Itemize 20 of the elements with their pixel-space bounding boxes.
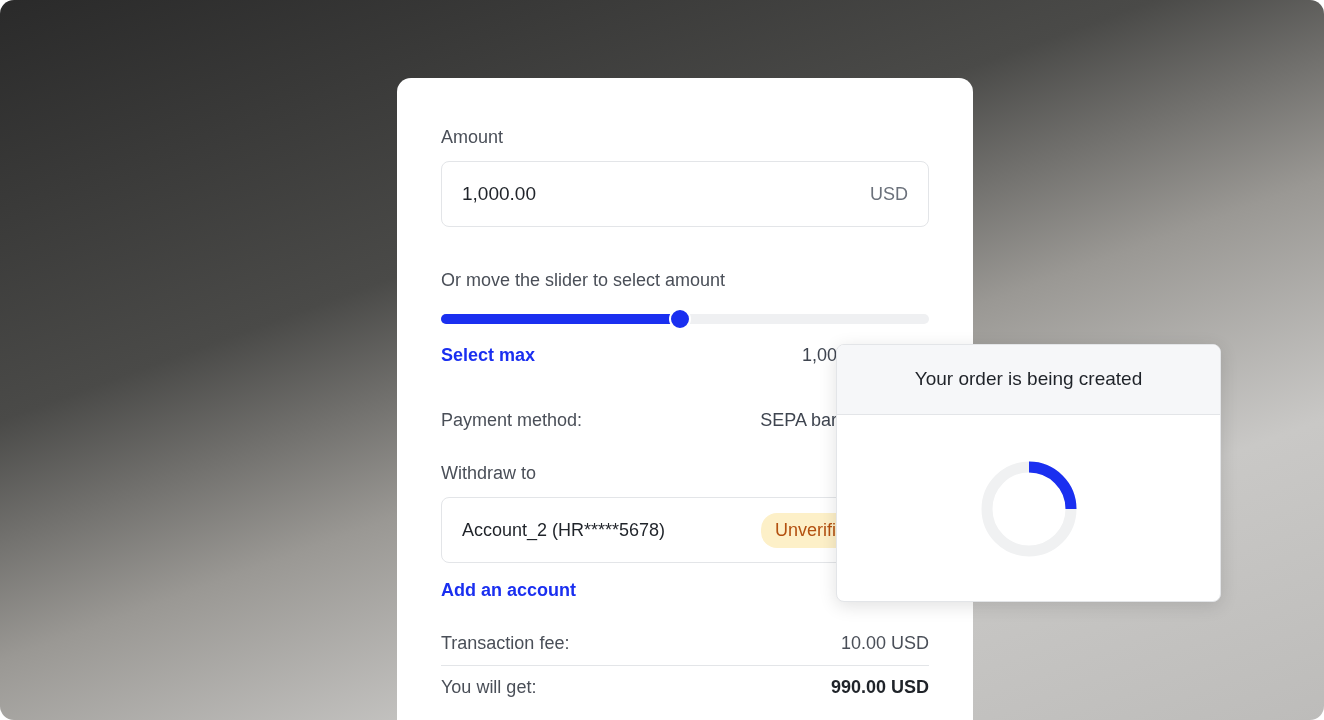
dialog-title: Your order is being created — [914, 367, 1143, 392]
summary-label: Transaction fee: — [441, 632, 570, 655]
select-max-link[interactable]: Select max — [441, 342, 536, 369]
slider-label: Or move the slider to select amount — [441, 269, 727, 292]
summary-value: 10.00 USD — [840, 632, 929, 655]
amount-input-field[interactable]: 1,000.00 USD — [441, 161, 929, 227]
currency-label: USD — [870, 182, 908, 206]
payment-method-label: Payment method: — [441, 409, 583, 432]
payment-method-value: SEPA bar — [760, 409, 837, 432]
status-badge: Unverifi — [761, 512, 836, 548]
summary-label: You will get: — [441, 676, 537, 699]
amount-label: Amount — [441, 126, 505, 149]
summary-value: 990.00 USD — [830, 676, 929, 699]
slider-thumb[interactable] — [669, 308, 692, 330]
add-account-link[interactable]: Add an account — [441, 577, 576, 604]
amount-value: 1,000.00 — [462, 181, 536, 206]
withdraw-to-label: Withdraw to — [441, 462, 538, 485]
max-amount-value: 1,00 — [801, 344, 837, 367]
account-name: Account_2 (HR*****5678) — [462, 518, 666, 543]
loading-spinner-icon — [980, 461, 1077, 557]
